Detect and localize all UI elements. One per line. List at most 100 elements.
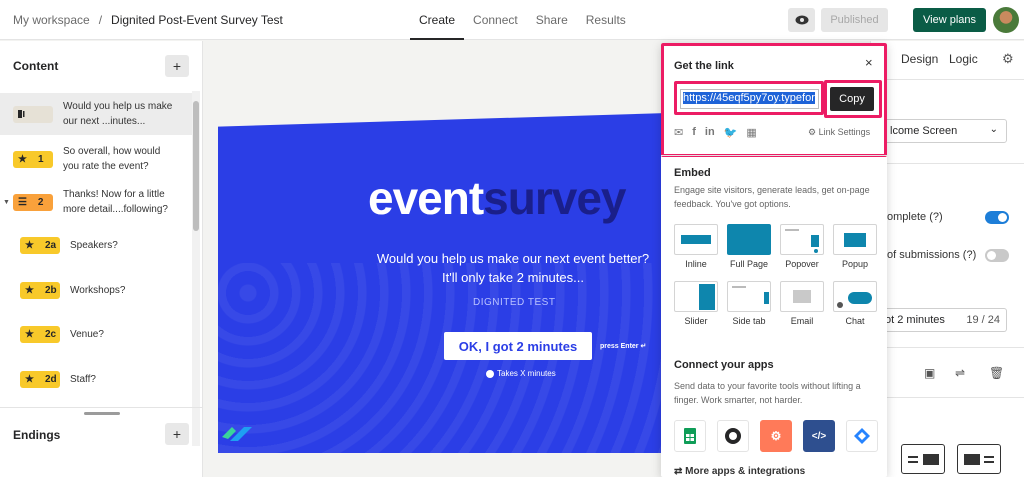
view-plans-button[interactable]: View plans bbox=[913, 8, 986, 32]
facebook-icon[interactable]: f bbox=[692, 126, 696, 139]
list-item[interactable]: ★ 2c Venue? bbox=[0, 326, 192, 343]
content-sidebar: Content + Would you help us make our nex… bbox=[0, 41, 203, 477]
tab-create[interactable]: Create bbox=[410, 0, 465, 40]
popover-divider bbox=[661, 155, 887, 156]
welcome-screen-icon bbox=[18, 110, 25, 118]
chat-embed-icon bbox=[833, 281, 877, 312]
button-text-input[interactable]: ot 2 minutes 19 / 24 bbox=[871, 308, 1007, 332]
question-text: Speakers? bbox=[70, 240, 118, 251]
question-badge: ★ 2b bbox=[20, 282, 60, 299]
crowd-background-image bbox=[218, 263, 668, 453]
slider-embed-icon bbox=[674, 281, 718, 312]
tab-connect[interactable]: Connect bbox=[464, 0, 527, 40]
link-settings-button[interactable]: ⚙ Link Settings bbox=[808, 127, 870, 138]
time-to-complete-label: omplete (?) bbox=[887, 211, 943, 223]
avatar[interactable] bbox=[993, 7, 1019, 33]
share-link-input[interactable]: https://45eqf5py7oy.typefor bbox=[680, 89, 819, 109]
tab-share[interactable]: Share bbox=[527, 0, 577, 40]
embed-code-icon[interactable]: </> bbox=[803, 420, 835, 452]
app-integrations: ⚙ </> bbox=[674, 420, 878, 452]
tab-results[interactable]: Results bbox=[577, 0, 635, 40]
endings-heading: Endings bbox=[13, 428, 61, 442]
close-icon[interactable]: × bbox=[865, 55, 873, 70]
list-item[interactable]: ▼ ☰ 2 Thanks! Now for a little more detai… bbox=[0, 185, 192, 219]
submissions-count-toggle[interactable] bbox=[985, 249, 1009, 262]
gear-icon[interactable]: ⚙ bbox=[1002, 51, 1014, 67]
character-count: 19 / 24 bbox=[966, 314, 1000, 326]
gear-icon: ⚙ bbox=[808, 127, 819, 137]
eye-icon bbox=[795, 15, 808, 25]
qr-code-icon[interactable]: ▦ bbox=[746, 126, 756, 139]
jira-icon[interactable] bbox=[846, 420, 878, 452]
brand-corner-logo-icon bbox=[222, 427, 252, 441]
tab-logic[interactable]: Logic bbox=[949, 52, 978, 66]
start-button[interactable]: OK, I got 2 minutes bbox=[444, 332, 592, 360]
clock-icon bbox=[486, 369, 494, 378]
embed-option-side-tab[interactable]: Side tab bbox=[727, 281, 771, 326]
layout-option-right[interactable] bbox=[957, 444, 1001, 474]
connect-apps-heading: Connect your apps bbox=[674, 359, 774, 371]
embed-heading: Embed bbox=[674, 167, 711, 179]
list-item[interactable]: ★ 1 So overall, how would you rate the ev… bbox=[0, 142, 192, 176]
time-to-complete-toggle[interactable] bbox=[985, 211, 1009, 224]
add-question-button[interactable]: + bbox=[165, 55, 189, 77]
welcome-question[interactable]: Would you help us make our next event be… bbox=[358, 249, 668, 287]
embed-option-popover[interactable]: Popover bbox=[780, 224, 824, 269]
embed-option-chat[interactable]: Chat bbox=[833, 281, 877, 326]
sidebar-divider bbox=[0, 407, 203, 408]
star-icon: ★ bbox=[25, 240, 34, 251]
sliders-icon[interactable]: ⇌ bbox=[955, 366, 965, 380]
google-sheets-icon[interactable] bbox=[674, 420, 706, 452]
welcome-subtitle[interactable]: DIGNITED TEST bbox=[473, 297, 555, 308]
popover-title: Get the link bbox=[674, 60, 734, 72]
breadcrumb: My workspace / Dignited Post-Event Survey … bbox=[13, 13, 283, 27]
list-item[interactable]: ★ 2a Speakers? bbox=[0, 237, 192, 254]
content-heading: Content bbox=[13, 59, 59, 73]
embed-option-inline[interactable]: Inline bbox=[674, 224, 718, 269]
chevron-down-icon: ⌄ bbox=[989, 124, 998, 135]
question-type-select[interactable]: lcome Screen ⌄ bbox=[883, 119, 1007, 143]
copy-button[interactable]: Copy bbox=[830, 87, 874, 111]
embed-option-full-page[interactable]: Full Page bbox=[727, 224, 771, 269]
more-apps-link[interactable]: ⇄ More apps & integrations bbox=[674, 466, 805, 477]
mailchimp-icon[interactable] bbox=[717, 420, 749, 452]
list-item[interactable]: Would you help us make our next ...inute… bbox=[0, 93, 192, 135]
layout-option-left[interactable] bbox=[901, 444, 945, 474]
welcome-screen-badge bbox=[13, 105, 53, 123]
image-icon[interactable]: ▣ bbox=[924, 366, 935, 380]
tab-design[interactable]: Design bbox=[901, 52, 938, 66]
embed-option-email[interactable]: Email bbox=[780, 281, 824, 326]
popover-embed-icon bbox=[780, 224, 824, 255]
time-to-complete: Takes X minutes bbox=[486, 369, 556, 378]
embed-option-popup[interactable]: Popup bbox=[833, 224, 877, 269]
inline-embed-icon bbox=[674, 224, 718, 255]
question-group-icon: ☰ bbox=[17, 196, 27, 208]
question-text: Venue? bbox=[70, 329, 104, 340]
collapse-arrow-icon[interactable]: ▼ bbox=[3, 199, 10, 206]
form-title[interactable]: Dignited Post-Event Survey Test bbox=[111, 13, 283, 27]
preview-button[interactable] bbox=[788, 8, 815, 32]
hubspot-icon[interactable]: ⚙ bbox=[760, 420, 792, 452]
linkedin-icon[interactable]: in bbox=[705, 126, 715, 139]
question-badge: ★ 2c bbox=[20, 326, 60, 343]
twitter-icon[interactable]: 🐦 bbox=[724, 126, 738, 139]
email-icon[interactable]: ✉ bbox=[674, 126, 683, 139]
embed-option-slider[interactable]: Slider bbox=[674, 281, 718, 326]
list-item[interactable]: ★ 2d Staff? bbox=[0, 371, 192, 388]
question-badge: ★ 2a bbox=[20, 237, 60, 254]
sidebar-scroll-thumb[interactable] bbox=[193, 101, 199, 231]
question-text: Thanks! Now for a little more detail....… bbox=[62, 189, 168, 215]
add-ending-button[interactable]: + bbox=[165, 423, 189, 445]
question-text: Workshops? bbox=[70, 285, 126, 296]
star-icon: ★ bbox=[25, 374, 34, 385]
breadcrumb-workspace[interactable]: My workspace bbox=[13, 13, 90, 27]
trash-icon[interactable]: 🗑 bbox=[989, 366, 1004, 380]
form-canvas: eventsurvey Would you help us make our n… bbox=[204, 41, 668, 477]
breadcrumb-separator: / bbox=[98, 13, 103, 27]
resize-handle[interactable] bbox=[84, 412, 120, 415]
share-icons: ✉ f in 🐦 ▦ bbox=[674, 126, 757, 139]
panel-divider bbox=[871, 163, 1024, 164]
published-button[interactable]: Published bbox=[821, 8, 888, 32]
list-item[interactable]: ★ 2b Workshops? bbox=[0, 282, 192, 299]
welcome-screen-preview[interactable]: eventsurvey Would you help us make our n… bbox=[218, 113, 668, 453]
